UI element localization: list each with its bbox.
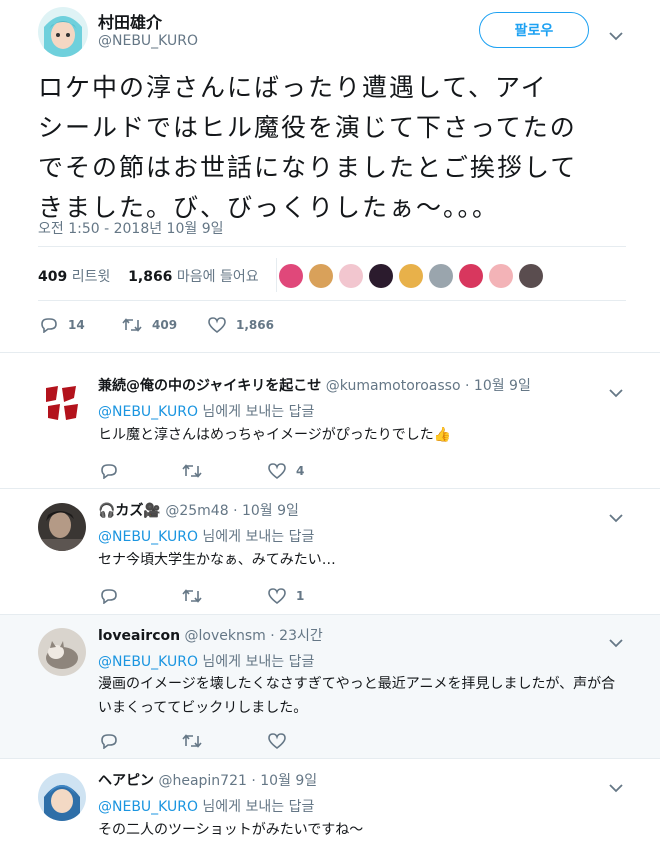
reply-to-label: 님에게 보내는 답글 — [202, 799, 315, 815]
liker-avatar[interactable] — [399, 264, 423, 288]
follow-button[interactable]: 팔로우 — [479, 12, 589, 48]
reply-author-handle[interactable]: @25m48 — [165, 503, 228, 519]
divider — [38, 246, 626, 247]
reply-avatar[interactable] — [38, 503, 86, 551]
reply-action[interactable] — [100, 588, 128, 604]
author-avatar[interactable] — [38, 7, 88, 57]
tweet-stats: 409 리트윗 1,866 마음에 들어요 — [38, 266, 259, 286]
reply-icon — [101, 734, 117, 749]
reply-header: loveaircon @loveknsm · 23시간 — [98, 628, 323, 644]
reply-action[interactable] — [100, 463, 128, 479]
liker-avatar[interactable] — [519, 264, 543, 288]
like-action[interactable]: 1,866 — [208, 317, 274, 333]
reply-author-name[interactable]: ヘアピン — [98, 773, 154, 789]
tweet-timestamp[interactable]: 오전 1:50 - 2018년 10월 9일 — [38, 218, 224, 238]
divider — [0, 352, 660, 353]
reply-to-label: 님에게 보내는 답글 — [202, 404, 315, 420]
reply-icon — [101, 464, 117, 479]
reply-author-handle[interactable]: @heapin721 — [158, 773, 246, 789]
retweet-action[interactable] — [182, 463, 212, 479]
chevron-down-icon[interactable] — [609, 778, 623, 797]
author-handle[interactable]: @NEBU_KURO — [98, 33, 198, 49]
tweet-text: ロケ中の淳さんにばったり遭遇して、アイ シールドではヒル魔役を演じて下さってたの… — [38, 68, 638, 228]
liker-avatar[interactable] — [339, 264, 363, 288]
divider — [276, 258, 277, 292]
reply-author-name[interactable]: 🎧カズ🎥 — [98, 503, 161, 519]
reply-author-handle[interactable]: @loveknsm — [185, 628, 266, 644]
reply-author-name[interactable]: 兼続@俺の中のジャイキリを起こせ — [98, 378, 321, 394]
retweet-action[interactable]: 409 — [122, 317, 177, 333]
retweet-icon — [182, 589, 202, 603]
reply-to-handle[interactable]: @NEBU_KURO — [98, 404, 198, 420]
reply-time[interactable]: 10월 9일 — [260, 773, 317, 789]
like-count-action: 1,866 — [236, 318, 274, 332]
retweet-count[interactable]: 409 — [38, 269, 67, 285]
retweet-icon — [182, 464, 202, 478]
reply-to-handle[interactable]: @NEBU_KURO — [98, 529, 198, 545]
reply-icon — [101, 589, 117, 604]
retweet-action[interactable] — [182, 733, 212, 749]
reply-action[interactable] — [100, 733, 128, 749]
reply-to-handle[interactable]: @NEBU_KURO — [98, 799, 198, 815]
retweet-label[interactable]: 리트윗 — [72, 269, 111, 285]
like-count: 1 — [296, 589, 305, 603]
liker-avatar[interactable] — [309, 264, 333, 288]
reply-text: セナ今頃大学生かなぁ、みてみたい… — [98, 552, 336, 568]
reply-count: 14 — [68, 318, 85, 332]
reply-time[interactable]: 10월 9일 — [474, 378, 531, 394]
like-action[interactable]: 1 — [268, 588, 304, 604]
like-action[interactable]: 4 — [268, 463, 304, 479]
tweet-text-line: ロケ中の淳さんにばったり遭遇して、アイ — [38, 73, 548, 102]
liker-avatar[interactable] — [369, 264, 393, 288]
like-count[interactable]: 1,866 — [128, 269, 172, 285]
author-name[interactable]: 村田雄介 — [98, 9, 162, 33]
reply-header: 兼続@俺の中のジャイキリを起こせ @kumamotoroasso · 10월 9… — [98, 378, 531, 394]
tweet-text-line: シールドではヒル魔役を演じて下さってたの — [38, 113, 577, 142]
retweet-icon — [182, 734, 202, 748]
reply-avatar[interactable] — [38, 773, 86, 821]
reply-to-label: 님에게 보내는 답글 — [202, 654, 315, 670]
reply-author-name[interactable]: loveaircon — [98, 628, 180, 644]
retweet-count-action: 409 — [152, 318, 178, 332]
divider — [0, 488, 660, 489]
chevron-down-icon[interactable] — [609, 26, 623, 45]
heart-icon — [208, 317, 226, 333]
like-count: 4 — [296, 464, 305, 478]
divider — [0, 758, 660, 759]
like-action[interactable] — [268, 733, 296, 749]
reply-action[interactable]: 14 — [40, 317, 85, 333]
reply-avatar[interactable] — [38, 628, 86, 676]
reply-time[interactable]: 10월 9일 — [242, 503, 299, 519]
reply-header: ヘアピン @heapin721 · 10월 9일 — [98, 773, 318, 789]
heart-icon — [268, 588, 286, 604]
reply-context: @NEBU_KURO 님에게 보내는 답글 — [98, 401, 314, 421]
chevron-down-icon[interactable] — [609, 633, 623, 652]
tweet-text-line: でその節はお世話になりましたとご挨拶して — [38, 153, 578, 182]
liker-avatar[interactable] — [429, 264, 453, 288]
reply-text: ヒル魔と淳さんはめっちゃイメージがぴったりでした👍 — [98, 427, 452, 443]
heart-icon — [268, 463, 286, 479]
reply-author-handle[interactable]: @kumamotoroasso — [326, 378, 461, 394]
reply-context: @NEBU_KURO 님에게 보내는 답글 — [98, 796, 314, 816]
chevron-down-icon[interactable] — [609, 383, 623, 402]
reply-time[interactable]: 23시간 — [279, 628, 323, 644]
reply-to-handle[interactable]: @NEBU_KURO — [98, 654, 198, 670]
reply-context: @NEBU_KURO 님에게 보내는 답글 — [98, 526, 314, 546]
liker-avatar[interactable] — [459, 264, 483, 288]
retweet-action[interactable] — [182, 588, 212, 604]
chevron-down-icon[interactable] — [609, 508, 623, 527]
reply-text: 漫画のイメージを壊したくなさすぎてやっと最近アニメを拝見しましたが、声が合いまく… — [98, 676, 616, 716]
reply-avatar[interactable] — [38, 378, 86, 426]
liker-avatar[interactable] — [489, 264, 513, 288]
reply-context: @NEBU_KURO 님에게 보내는 답글 — [98, 651, 314, 671]
retweet-icon — [122, 318, 142, 332]
liker-avatar[interactable] — [279, 264, 303, 288]
reply-to-label: 님에게 보내는 답글 — [202, 529, 315, 545]
reply-text: その二人のツーショットがみたいですね～ — [98, 822, 364, 838]
reply-header: 🎧カズ🎥 @25m48 · 10월 9일 — [98, 503, 299, 519]
like-label[interactable]: 마음에 들어요 — [177, 269, 259, 285]
divider — [38, 300, 626, 301]
reply-icon — [41, 318, 57, 333]
heart-icon — [268, 733, 286, 749]
